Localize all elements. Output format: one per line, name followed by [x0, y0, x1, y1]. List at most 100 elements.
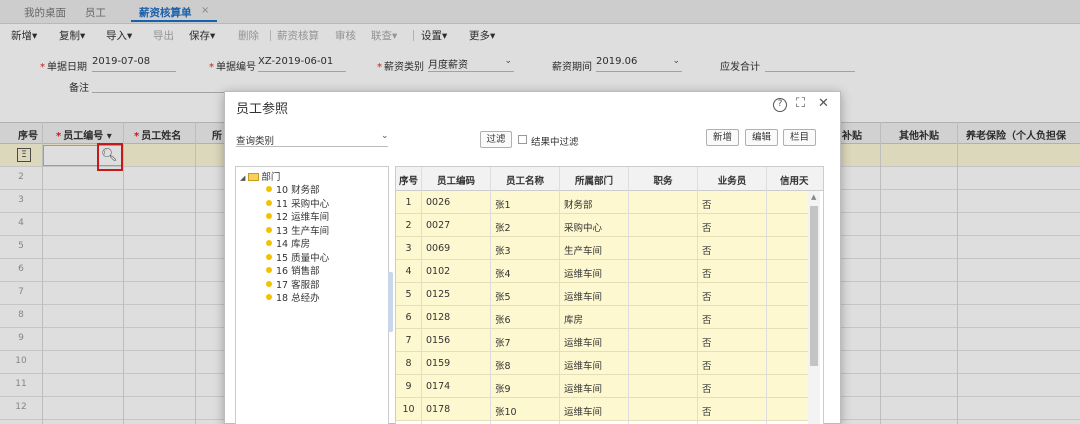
table-cell: 张3: [495, 246, 511, 257]
panel-splitter[interactable]: [388, 272, 393, 332]
table-row[interactable]: 3 0069 张3 生产车间 否: [396, 237, 816, 260]
node-icon: [266, 186, 272, 192]
table-row[interactable]: 6 0128 张6 库房 否: [396, 306, 816, 329]
table-cell: 运维车间: [564, 269, 603, 280]
table-column-line: [490, 167, 491, 424]
table-cell: 张5: [495, 292, 511, 303]
tree-root-node[interactable]: ◢ 部门: [240, 169, 280, 183]
employee-table: 序号 员工编码 员工名称 所属部门 职务 业务员 信用天 1 0026 张1 财务部否…: [395, 166, 824, 424]
tree-node-department[interactable]: 18 总经办: [266, 290, 320, 304]
table-cell: 否: [702, 315, 712, 326]
table-cell: 张10: [495, 407, 517, 418]
table-cell: 否: [702, 223, 712, 234]
table-cell: 运维车间: [564, 292, 603, 303]
table-cell: 0026: [426, 197, 451, 208]
table-cell: 0102: [426, 266, 451, 277]
table-cell: 张6: [495, 315, 511, 326]
table-cell: 否: [702, 361, 712, 372]
tree-node-department[interactable]: 11 采购中心: [266, 196, 329, 210]
table-cell: 运维车间: [564, 338, 603, 349]
close-icon[interactable]: ✕: [818, 96, 829, 111]
scroll-up-icon[interactable]: ▲: [811, 193, 816, 201]
table-cell: 张7: [495, 338, 511, 349]
table-row[interactable]: 7 0156 张7 运维车间 否: [396, 329, 816, 352]
tree-node-department[interactable]: 15 质量中心: [266, 250, 329, 264]
table-cell: 运维车间: [564, 407, 603, 418]
node-icon: [266, 280, 272, 287]
edit-button[interactable]: 编辑: [745, 129, 778, 146]
table-column-line: [697, 167, 698, 424]
node-icon: [266, 213, 272, 219]
add-button[interactable]: 新增: [706, 129, 739, 146]
filter-in-result-checkbox[interactable]: [518, 135, 527, 144]
folder-icon: [248, 173, 260, 181]
node-icon: [266, 226, 272, 233]
table-cell: 6: [405, 312, 412, 323]
table-scrollbar[interactable]: ▲: [808, 191, 820, 424]
table-cell: 张9: [495, 384, 511, 395]
table-cell: 0027: [426, 220, 451, 231]
tree-node-department[interactable]: 17 客服部: [266, 277, 320, 291]
table-cell: 财务部: [564, 200, 593, 211]
query-category-select[interactable]: [236, 129, 388, 147]
table-cell: 否: [702, 292, 712, 303]
table-column-line: [766, 167, 767, 424]
table-cell: 4: [405, 266, 412, 277]
maximize-icon[interactable]: ⛶: [796, 96, 805, 111]
table-cell: 张4: [495, 269, 511, 280]
filter-in-result-label: 结果中过滤: [531, 137, 579, 148]
scrollbar-thumb[interactable]: [810, 206, 818, 366]
th-seq: 序号: [398, 176, 418, 187]
table-column-line: [628, 167, 629, 424]
tree-node-department[interactable]: 14 库房: [266, 236, 310, 250]
chevron-down-icon: ⌄: [381, 131, 389, 141]
table-row[interactable]: 9 0174 张9 运维车间 否: [396, 375, 816, 398]
table-row[interactable]: 5 0125 张5 运维车间 否: [396, 283, 816, 306]
table-cell: 5: [405, 289, 412, 300]
node-icon: [266, 253, 272, 260]
table-row[interactable]: 1 0026 张1 财务部 否: [396, 191, 816, 214]
table-cell: 库房: [564, 315, 584, 326]
table-row[interactable]: 10 0178 张10 运维车间 否: [396, 398, 816, 421]
table-cell: 10: [402, 404, 415, 415]
tree-node-department[interactable]: 10 财务部: [266, 182, 320, 196]
table-column-line: [559, 167, 560, 424]
tree-node-department[interactable]: 12 运维车间: [266, 209, 329, 223]
table-cell: 张8: [495, 361, 511, 372]
th-title[interactable]: 职务: [629, 173, 697, 187]
table-cell: 否: [702, 269, 712, 280]
th-credit-days[interactable]: 信用天: [767, 173, 812, 187]
help-icon[interactable]: ?: [773, 98, 787, 112]
employee-reference-dialog: 员工参照 ? ⛶ ✕ 查询类别 ⌄ 过滤 结果中过滤 新增 编辑 栏目 ◢ 部门…: [224, 91, 841, 424]
table-cell: 否: [702, 384, 712, 395]
table-row[interactable]: 4 0102 张4 运维车间 否: [396, 260, 816, 283]
table-cell: 7: [405, 335, 412, 346]
node-icon: [266, 240, 272, 246]
table-cell: 否: [702, 338, 712, 349]
table-cell: 张1: [495, 200, 511, 211]
table-cell: 采购中心: [564, 223, 603, 234]
table-cell: 1: [405, 197, 412, 208]
th-dept[interactable]: 所属部门: [560, 173, 628, 187]
table-row[interactable]: 8 0159 张8 运维车间 否: [396, 352, 816, 375]
column-button[interactable]: 栏目: [783, 129, 816, 146]
th-salesperson[interactable]: 业务员: [698, 173, 766, 187]
expand-arrow-icon: ◢: [240, 174, 246, 182]
table-cell: 0128: [426, 312, 451, 323]
department-tree: ◢ 部门 10 财务部 11 采购中心 12 运维车间 13 生产车间 14 库房 15 …: [235, 166, 389, 424]
tree-node-department[interactable]: 16 销售部: [266, 263, 320, 277]
filter-button[interactable]: 过滤: [480, 131, 512, 148]
tree-node-department[interactable]: 13 生产车间: [266, 223, 329, 237]
node-icon: [266, 294, 272, 300]
th-emp-code[interactable]: 员工编码: [422, 173, 490, 187]
table-cell: 3: [405, 243, 412, 254]
table-row[interactable]: 2 0027 张2 采购中心 否: [396, 214, 816, 237]
table-cell: 0159: [426, 358, 451, 369]
table-cell: 否: [702, 246, 712, 257]
table-column-line: [421, 167, 422, 424]
table-cell: 0125: [426, 289, 451, 300]
dialog-title: 员工参照: [236, 102, 289, 117]
th-emp-name[interactable]: 员工名称: [491, 173, 559, 187]
table-cell: 0174: [426, 381, 451, 392]
table-cell: 生产车间: [564, 246, 603, 257]
